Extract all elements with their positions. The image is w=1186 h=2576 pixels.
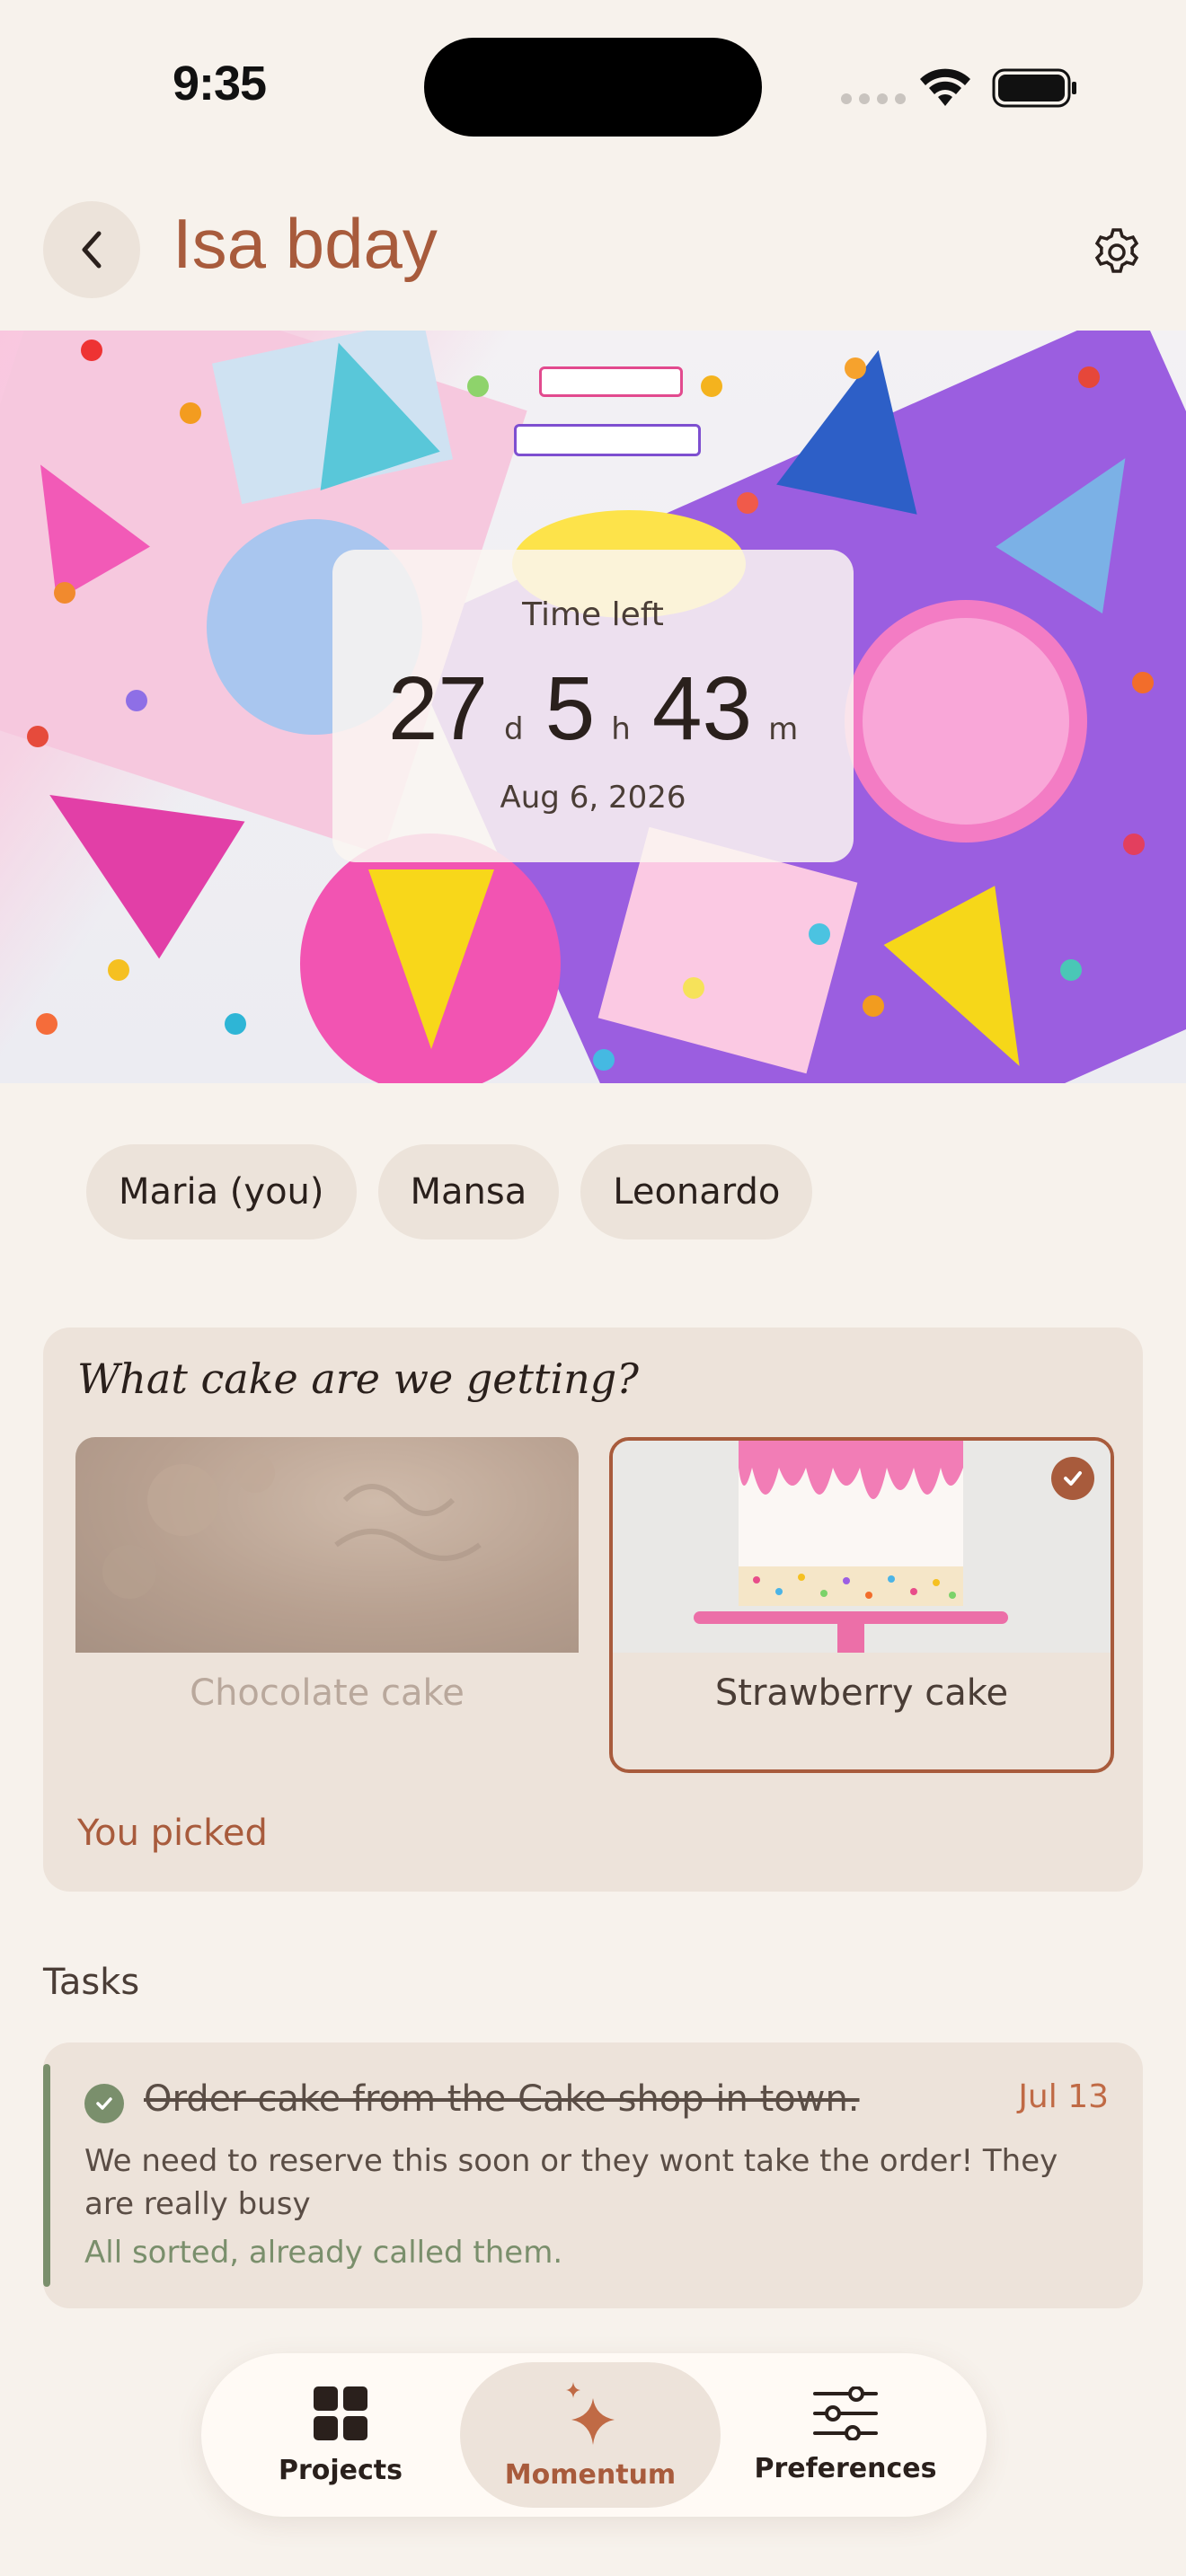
nav-item-preferences[interactable]: Preferences (715, 2362, 976, 2508)
sliders-icon (813, 2386, 878, 2440)
poll-option-strawberry-cake[interactable]: Strawberry cake (609, 1437, 1114, 1773)
chevron-left-icon (82, 231, 102, 269)
countdown-days: 27 (387, 658, 489, 759)
battery-icon (992, 68, 1076, 108)
task-description: We need to reserve this soon or they won… (84, 2143, 1058, 2222)
countdown-hours: 5 (544, 658, 596, 759)
countdown-days-unit: d (504, 711, 524, 747)
nav-label: Projects (278, 2454, 403, 2486)
nav-item-projects[interactable]: Projects (210, 2362, 471, 2508)
chocolate-cake-image (75, 1437, 579, 1653)
settings-gear-icon[interactable] (1091, 226, 1143, 278)
project-cover-image: Time left 27 d 5 h 43 m Aug 6, 2026 (0, 331, 1186, 1083)
page-title: Isa bday (173, 204, 438, 283)
dynamic-island (424, 38, 762, 137)
task-date: Jul 13 (1018, 2078, 1109, 2115)
task-title: Order cake from the Cake shop in town. (144, 2078, 860, 2120)
strawberry-cake-image (613, 1441, 1111, 1653)
status-time: 9:35 (173, 57, 267, 110)
countdown-minutes: 43 (651, 658, 753, 759)
task-done-check-icon[interactable] (84, 2084, 124, 2123)
bottom-navigation: Projects Momentum Preferences (201, 2353, 987, 2517)
sparkle-icon (566, 2381, 615, 2445)
nav-item-momentum[interactable]: Momentum (460, 2362, 721, 2508)
nav-label: Momentum (504, 2458, 677, 2491)
countdown-card: Time left 27 d 5 h 43 m Aug 6, 2026 (332, 550, 854, 862)
countdown-minutes-unit: m (768, 711, 799, 747)
poll-option-label: Strawberry cake (714, 1672, 1009, 1714)
task-card[interactable]: Order cake from the Cake shop in town. J… (43, 2042, 1143, 2308)
nav-label: Preferences (754, 2452, 937, 2484)
countdown-date: Aug 6, 2026 (500, 780, 686, 816)
poll-question: What cake are we getting? (77, 1354, 639, 1403)
poll-card: What cake are we getting? Chocolate cake (43, 1328, 1143, 1892)
countdown-label: Time left (522, 596, 664, 633)
cellular-signal-icon (841, 93, 906, 104)
task-note: All sorted, already called them. (84, 2235, 563, 2271)
task-status-bar (43, 2064, 50, 2287)
participant-chip[interactable]: Maria (you) (86, 1144, 357, 1239)
poll-status: You picked (77, 1813, 268, 1854)
selected-check-icon (1051, 1457, 1094, 1500)
poll-option-chocolate-cake[interactable]: Chocolate cake (75, 1437, 579, 1773)
participants-list: Maria (you) Mansa Leonardo (86, 1144, 813, 1239)
wifi-icon (920, 68, 970, 106)
participant-chip[interactable]: Mansa (377, 1144, 560, 1239)
grid-icon (314, 2386, 367, 2440)
tasks-heading: Tasks (43, 1962, 140, 2003)
countdown-hours-unit: h (611, 711, 631, 747)
poll-option-label: Chocolate cake (190, 1672, 465, 1714)
countdown-values: 27 d 5 h 43 m (332, 657, 854, 761)
back-button[interactable] (43, 201, 140, 298)
participant-chip[interactable]: Leonardo (580, 1144, 813, 1239)
